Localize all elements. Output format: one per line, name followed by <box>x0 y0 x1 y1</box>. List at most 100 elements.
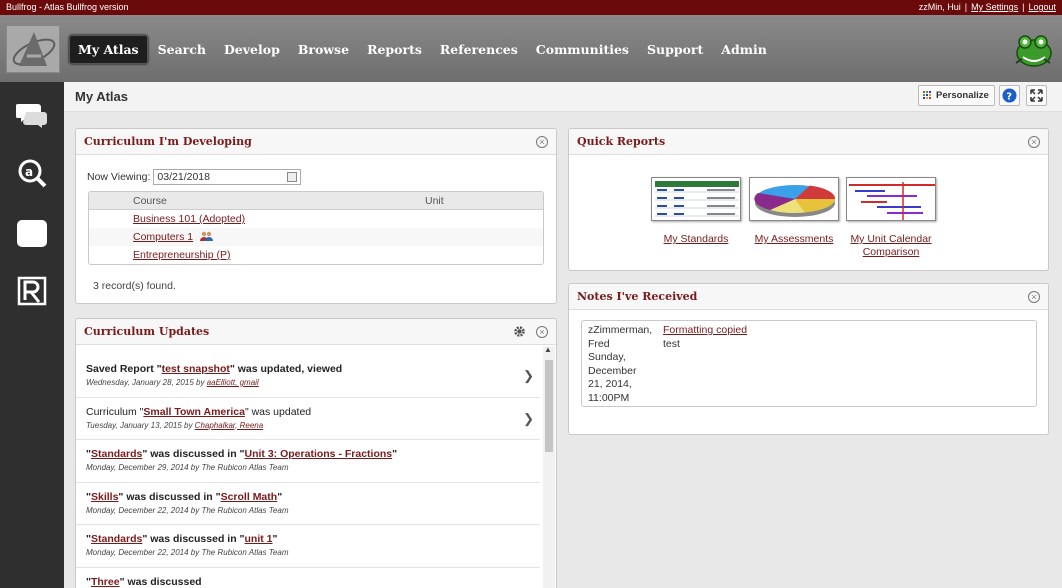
column-header-unit: Unit <box>425 194 444 207</box>
list-item: "Skills" was discussed in "Scroll Math" … <box>76 483 540 525</box>
scroll-thumb[interactable] <box>545 360 553 452</box>
chevron-right-icon[interactable]: ❯ <box>523 411 534 427</box>
panel-title: Quick Reports <box>577 135 666 148</box>
expand-icon <box>1030 89 1043 102</box>
note-body: test <box>663 337 680 350</box>
item-link[interactable]: Standards <box>91 533 142 545</box>
list-item: "Standards" was discussed in "unit 1" Mo… <box>76 525 540 568</box>
panel-header: Curriculum I'm Developing × <box>76 129 556 155</box>
panel-title: Curriculum Updates <box>84 325 210 338</box>
my-assessments-link[interactable]: My Assessments <box>744 233 844 246</box>
help-icon: ? <box>1002 88 1017 103</box>
panel-header: Quick Reports × <box>569 129 1048 155</box>
item-link[interactable]: Scroll Math <box>221 491 278 503</box>
app-version-label: Bullfrog - Atlas Bullfrog version <box>6 2 129 12</box>
close-icon[interactable]: × <box>1028 290 1040 303</box>
list-item[interactable]: Saved Report "test snapshot" was updated… <box>76 355 540 398</box>
nav-communities[interactable]: Communities <box>528 36 637 63</box>
date-input[interactable]: 03/21/2018 <box>153 169 302 185</box>
nav-support[interactable]: Support <box>639 36 711 63</box>
atlas-logo[interactable] <box>6 25 60 73</box>
grid-icon <box>923 91 932 100</box>
blank-app-icon[interactable] <box>16 218 48 248</box>
date-value: 03/21/2018 <box>157 171 210 183</box>
author-link[interactable]: aaElliott, gmail <box>207 378 259 387</box>
table-row: Computers 1 <box>89 228 543 246</box>
note-subject-link[interactable]: Formatting copied <box>663 324 747 338</box>
course-link[interactable]: Entrepreneurship (P) <box>133 249 230 261</box>
course-table: Course Unit Business 101 (Adopted) Compu… <box>88 191 544 265</box>
item-link[interactable]: Small Town America <box>143 406 245 418</box>
rubicon-r-icon[interactable] <box>16 276 48 306</box>
calendar-icon[interactable] <box>287 172 298 182</box>
scroll-up-icon[interactable]: ▲ <box>544 345 552 354</box>
item-link[interactable]: test snapshot <box>162 363 230 375</box>
note-sender: zZimmerman, Fred Sunday, December 21, 20… <box>588 324 653 404</box>
help-button[interactable]: ? <box>999 85 1020 106</box>
user-links: zzMin, Hui | My Settings | Logout <box>919 0 1056 15</box>
nav-browse[interactable]: Browse <box>290 36 357 63</box>
note-item[interactable]: zZimmerman, Fred Sunday, December 21, 20… <box>581 320 1037 407</box>
nav-items: My Atlas Search Develop Browse Reports R… <box>69 35 777 64</box>
close-icon[interactable]: × <box>536 135 548 148</box>
report-my-standards[interactable]: My Standards <box>646 177 746 246</box>
close-icon[interactable]: × <box>536 325 548 338</box>
page-title: My Atlas <box>75 89 128 104</box>
report-unit-calendar[interactable]: My Unit Calendar Comparison <box>841 177 941 259</box>
curriculum-updates-panel: Curriculum Updates × Saved Report "test … <box>75 318 557 588</box>
search-atlas-icon[interactable]: a <box>16 158 48 188</box>
panel-title: Curriculum I'm Developing <box>84 135 252 148</box>
nav-reports[interactable]: Reports <box>359 36 430 63</box>
course-link[interactable]: Computers 1 <box>133 231 193 243</box>
nav-my-atlas[interactable]: My Atlas <box>69 35 148 64</box>
list-item[interactable]: Curriculum "Small Town America" was upda… <box>76 398 540 440</box>
my-settings-link[interactable]: My Settings <box>971 0 1018 15</box>
left-rail: a <box>0 82 64 588</box>
username-label: zzMin, Hui <box>918 2 961 12</box>
shared-users-icon <box>200 231 214 241</box>
item-link[interactable]: unit 1 <box>245 533 273 545</box>
close-icon[interactable]: × <box>1028 135 1040 148</box>
list-item: "Three" was discussed <box>86 575 202 588</box>
item-link[interactable]: Unit 3: Operations - Fractions <box>245 448 393 460</box>
my-unit-calendar-link[interactable]: My Unit Calendar Comparison <box>841 233 941 259</box>
standards-report-thumbnail-icon[interactable] <box>651 177 741 221</box>
calendar-gantt-thumbnail-icon[interactable] <box>846 177 936 221</box>
nav-references[interactable]: References <box>432 36 526 63</box>
quick-reports-panel: Quick Reports × My Standards My Assessme… <box>568 128 1049 271</box>
author-link[interactable]: Chaphalkar, Reena <box>195 421 264 430</box>
main-navigation: My Atlas Search Develop Browse Reports R… <box>0 15 1062 82</box>
table-header: Course Unit <box>89 192 543 210</box>
separator: | <box>1022 2 1025 12</box>
chat-bubbles-icon[interactable] <box>16 100 48 130</box>
gear-icon[interactable] <box>513 325 526 338</box>
item-link[interactable]: Standards <box>91 448 142 460</box>
item-link[interactable]: Three <box>91 576 120 588</box>
nav-develop[interactable]: Develop <box>216 36 288 63</box>
personalize-button[interactable]: Personalize <box>918 85 995 106</box>
panel-header: Notes I've Received × <box>569 284 1048 310</box>
svg-text:a: a <box>25 165 33 179</box>
column-header-course: Course <box>133 194 167 207</box>
notes-received-panel: Notes I've Received × zZimmerman, Fred S… <box>568 283 1049 435</box>
table-row: Business 101 (Adopted) <box>89 210 543 228</box>
course-link[interactable]: Business 101 (Adopted) <box>133 213 245 225</box>
svg-text:?: ? <box>1006 92 1012 103</box>
table-row: Entrepreneurship (P) <box>89 246 543 264</box>
my-standards-link[interactable]: My Standards <box>646 233 746 246</box>
report-my-assessments[interactable]: My Assessments <box>744 177 844 246</box>
curriculum-developing-panel: Curriculum I'm Developing × Now Viewing:… <box>75 128 557 304</box>
assessments-pie-thumbnail-icon[interactable] <box>749 177 839 221</box>
fullscreen-button[interactable] <box>1026 85 1047 106</box>
logout-link[interactable]: Logout <box>1028 0 1056 15</box>
nav-search[interactable]: Search <box>150 36 214 63</box>
list-item: "Standards" was discussed in "Unit 3: Op… <box>76 440 540 483</box>
page-header: My Atlas Personalize ? <box>64 82 1062 112</box>
top-strip: Bullfrog - Atlas Bullfrog version zzMin,… <box>0 0 1062 15</box>
records-found-text: 3 record(s) found. <box>93 280 176 292</box>
chevron-right-icon[interactable]: ❯ <box>523 368 534 384</box>
nav-admin[interactable]: Admin <box>713 36 775 63</box>
item-link[interactable]: Skills <box>91 491 118 503</box>
panel-title: Notes I've Received <box>577 290 698 303</box>
scrollbar[interactable]: ▲ <box>543 345 555 588</box>
